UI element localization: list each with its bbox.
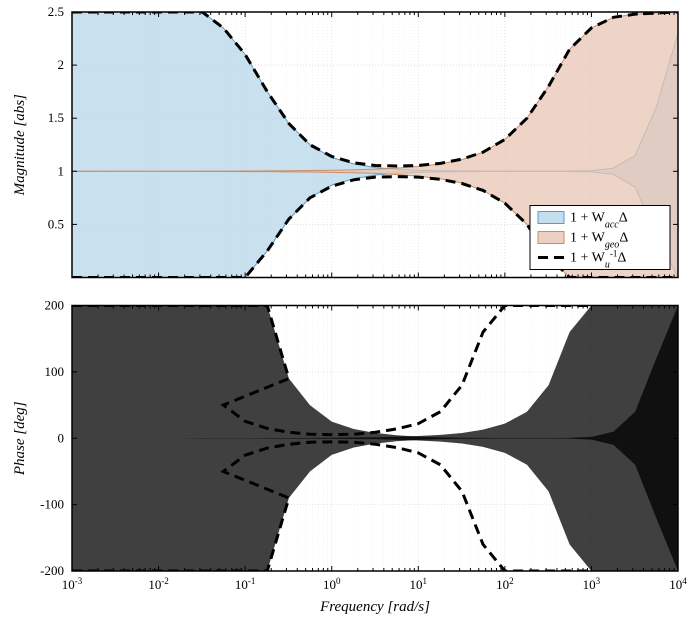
svg-text:100: 100 xyxy=(323,576,341,592)
svg-text:103: 103 xyxy=(583,576,601,592)
svg-text:Magnitude [abs]: Magnitude [abs] xyxy=(12,94,28,196)
svg-text:-200: -200 xyxy=(40,563,64,578)
svg-text:0: 0 xyxy=(58,430,65,445)
svg-text:1: 1 xyxy=(58,163,65,178)
svg-text:2.5: 2.5 xyxy=(48,4,64,19)
svg-text:101: 101 xyxy=(410,576,428,592)
svg-text:104: 104 xyxy=(669,576,687,592)
legend: 1 + WaccΔ1 + WgeoΔ1 + Wu-1Δ xyxy=(530,206,670,271)
svg-text:10-2: 10-2 xyxy=(148,576,169,592)
svg-text:10-3: 10-3 xyxy=(62,576,83,592)
svg-text:-100: -100 xyxy=(40,497,64,512)
svg-text:0.5: 0.5 xyxy=(48,216,64,231)
svg-text:2: 2 xyxy=(58,57,65,72)
svg-text:102: 102 xyxy=(496,576,514,592)
svg-text:Frequency [rad/s]: Frequency [rad/s] xyxy=(319,599,430,615)
svg-text:Phase [deg]: Phase [deg] xyxy=(12,401,28,476)
svg-text:10-1: 10-1 xyxy=(235,576,256,592)
bode-uncertainty-figure: 0.5 1 1.5 2 2.5 Magnitude [abs] -200 -100 0 100 20… xyxy=(0,0,696,621)
svg-text:100: 100 xyxy=(45,364,65,379)
svg-text:200: 200 xyxy=(45,298,65,313)
chart-svg: 0.5 1 1.5 2 2.5 Magnitude [abs] -200 -100 0 100 20… xyxy=(0,0,696,621)
svg-text:1.5: 1.5 xyxy=(48,110,64,125)
